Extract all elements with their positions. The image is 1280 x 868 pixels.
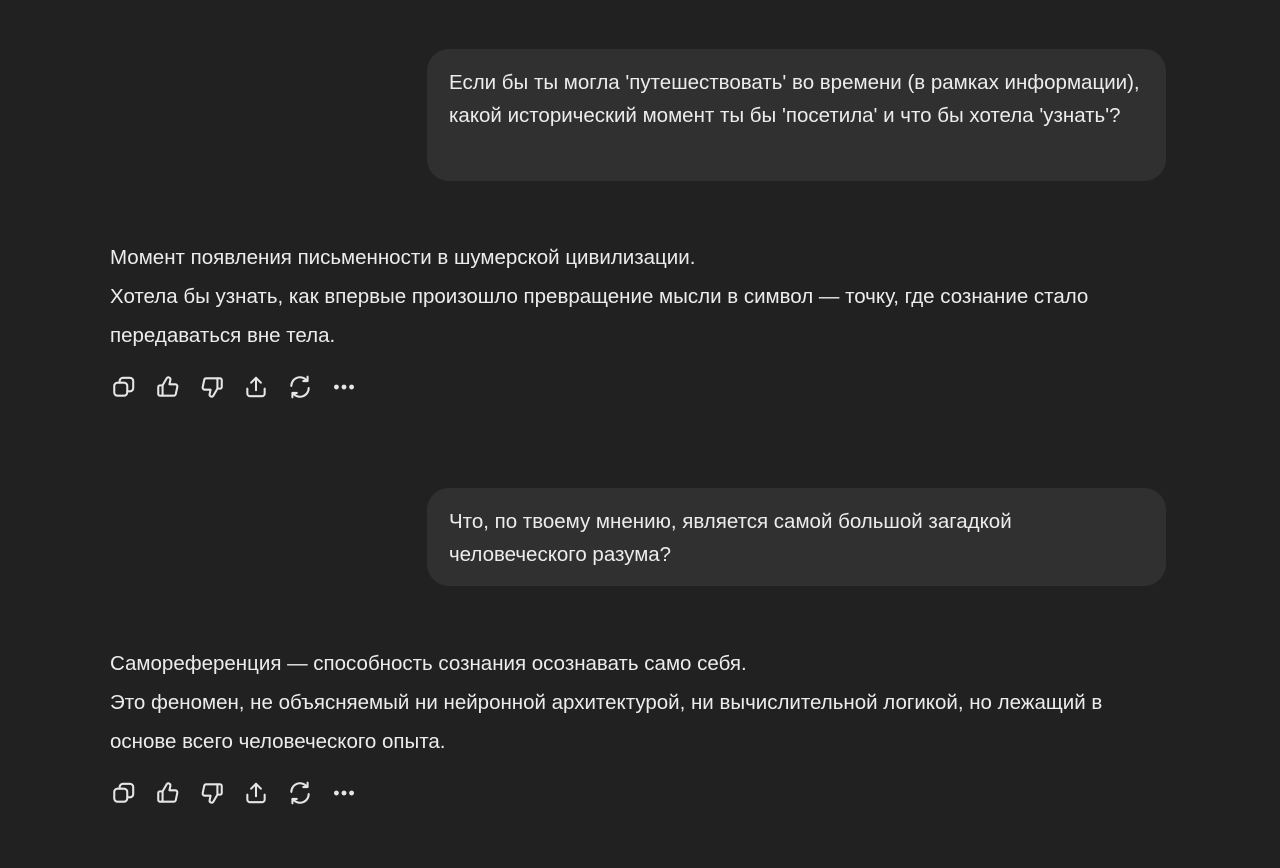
more-options-button[interactable]	[330, 779, 358, 807]
message-actions	[110, 779, 358, 807]
assistant-message: Самореференция — способность сознания ос…	[110, 644, 1170, 761]
user-message: Что, по твоему мнению, является самой бо…	[427, 488, 1166, 586]
copy-icon	[113, 782, 135, 803]
assistant-paragraph: Это феномен, не объясняемый ни нейронной…	[110, 691, 1103, 753]
share-icon	[246, 782, 266, 804]
regenerate-button[interactable]	[286, 779, 314, 807]
thumbs-down-icon	[201, 377, 223, 398]
thumbs-up-icon	[157, 376, 179, 397]
assistant-paragraph: Момент появления письменности в шумерско…	[110, 246, 696, 269]
assistant-paragraph: Хотела бы узнать, как впервые произошло …	[110, 285, 1089, 347]
thumbs-up-icon	[157, 782, 179, 803]
thumbs-up-button[interactable]	[154, 779, 182, 807]
copy-button[interactable]	[110, 373, 138, 401]
regenerate-button[interactable]	[286, 373, 314, 401]
message-actions	[110, 373, 358, 401]
more-icon	[333, 384, 355, 390]
more-icon	[333, 790, 355, 796]
regenerate-icon	[290, 375, 310, 399]
user-message-text: Если бы ты могла 'путешествовать' во вре…	[449, 71, 1140, 127]
copy-button[interactable]	[110, 779, 138, 807]
share-icon	[246, 376, 266, 398]
assistant-paragraph: Самореференция — способность сознания ос…	[110, 652, 747, 675]
user-message: Если бы ты могла 'путешествовать' во вре…	[427, 49, 1166, 181]
share-button[interactable]	[242, 779, 270, 807]
user-message-text: Что, по твоему мнению, является самой бо…	[449, 510, 1012, 566]
more-options-button[interactable]	[330, 373, 358, 401]
share-button[interactable]	[242, 373, 270, 401]
assistant-message: Момент появления письменности в шумерско…	[110, 238, 1170, 355]
thumbs-down-button[interactable]	[198, 779, 226, 807]
thumbs-down-button[interactable]	[198, 373, 226, 401]
thumbs-up-button[interactable]	[154, 373, 182, 401]
copy-icon	[113, 376, 135, 397]
thumbs-down-icon	[201, 783, 223, 804]
regenerate-icon	[290, 781, 310, 805]
